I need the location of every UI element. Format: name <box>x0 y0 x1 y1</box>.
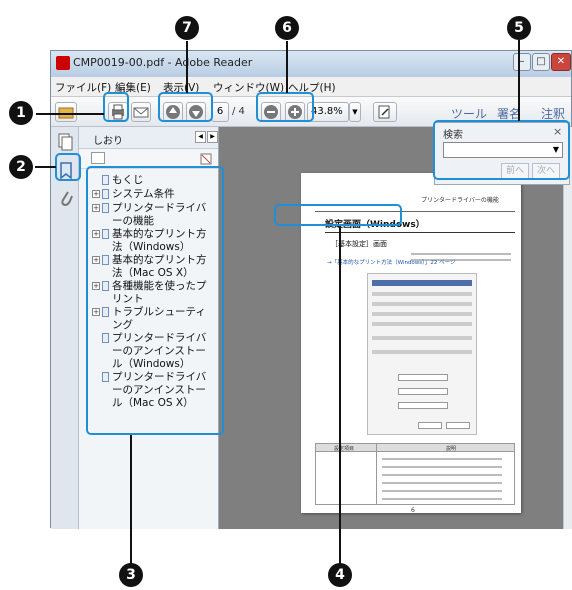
heading-rule <box>325 232 515 233</box>
title-bar: CMP0019-00.pdf - Adobe Reader – □ ✕ <box>51 51 571 77</box>
table-line <box>382 498 502 500</box>
callout-6: 6 <box>275 16 299 40</box>
leader-4 <box>339 226 341 570</box>
highlight-print <box>103 92 129 122</box>
page-thumbnails-icon[interactable] <box>57 133 73 151</box>
expand-panel-button[interactable]: ▶ <box>207 131 218 143</box>
highlight-bookmarks-icon <box>55 153 81 181</box>
leader-1 <box>36 113 104 115</box>
pdf-app-icon <box>56 56 70 70</box>
leader-3 <box>130 435 132 570</box>
bookmark-delete-icon[interactable] <box>199 152 213 166</box>
email-button[interactable] <box>131 102 151 122</box>
bookmarks-panel-title: しおり <box>93 136 123 147</box>
bookmarks-panel-header: しおり ◀ ▶ <box>79 127 218 149</box>
document-view: プリンタードライバーの機能 設定画面（Windows） ［基本設定］画面 →「基… <box>219 127 563 529</box>
minimize-button[interactable]: – <box>513 53 531 71</box>
table-divider <box>376 444 377 504</box>
screenshot-figure <box>367 273 477 435</box>
leader-6 <box>286 41 288 93</box>
figure-button <box>398 388 448 395</box>
callout-7: 7 <box>175 16 199 40</box>
highlight-page-nav <box>158 92 213 122</box>
navigation-pane-bar <box>51 127 79 529</box>
window-title: CMP0019-00.pdf - Adobe Reader <box>73 56 253 69</box>
callout-4: 4 <box>328 563 352 587</box>
fit-page-icon <box>378 105 390 119</box>
page-number-input[interactable]: 6 <box>211 102 229 122</box>
fit-page-button[interactable] <box>373 102 397 122</box>
figure-row <box>372 302 472 306</box>
open-button[interactable] <box>55 102 77 122</box>
figure-row <box>372 350 472 354</box>
collapse-panel-button[interactable]: ◀ <box>195 131 206 143</box>
table-header-left: 設定項目 <box>334 446 355 452</box>
open-folder-icon <box>58 107 74 119</box>
page-link[interactable]: →「基本的なプリント方法（Windows）」22 ページ <box>327 258 456 266</box>
highlight-search <box>433 120 570 180</box>
close-window-button[interactable]: ✕ <box>551 53 571 71</box>
table-line <box>382 490 502 492</box>
figure-row <box>372 322 472 326</box>
page-total-label: / 4 <box>232 106 245 117</box>
leader-7 <box>186 41 188 93</box>
callout-2: 2 <box>9 155 33 179</box>
figure-row <box>372 312 472 316</box>
highlight-zoom <box>256 92 314 122</box>
highlight-link <box>274 204 402 226</box>
figure-button <box>418 422 442 429</box>
table-line <box>382 458 502 460</box>
figure-button <box>398 374 448 381</box>
maximize-button[interactable]: □ <box>532 53 550 71</box>
callout-5: 5 <box>507 16 531 40</box>
figure-title-bar <box>372 280 472 286</box>
vertical-scrollbar[interactable] <box>563 127 572 529</box>
page-header-text: プリンタードライバーの機能 <box>421 197 499 204</box>
table-header-right: 説明 <box>446 446 457 452</box>
table-line <box>382 466 502 468</box>
page-number: 6 <box>411 507 415 513</box>
envelope-icon <box>133 107 149 118</box>
manual-figure: CMP0019-00.pdf - Adobe Reader – □ ✕ ファイル… <box>0 0 572 590</box>
callout-1: 1 <box>9 101 33 125</box>
leader-5 <box>518 40 520 121</box>
menu-file[interactable]: ファイル(F) <box>55 80 111 95</box>
figure-row <box>372 292 472 296</box>
zoom-dropdown[interactable]: ▼ <box>349 102 361 122</box>
leader-2 <box>35 166 56 168</box>
bookmark-options-button[interactable] <box>91 152 105 164</box>
settings-table: 設定項目 説明 <box>315 443 515 505</box>
highlight-bookmark-list <box>86 166 224 435</box>
table-line <box>382 482 502 484</box>
callout-3: 3 <box>119 563 143 587</box>
text-line <box>411 253 511 255</box>
attachments-icon[interactable] <box>58 189 74 209</box>
figure-row <box>372 336 472 340</box>
figure-button <box>446 422 470 429</box>
figure-button <box>398 402 448 409</box>
table-line <box>382 474 502 476</box>
